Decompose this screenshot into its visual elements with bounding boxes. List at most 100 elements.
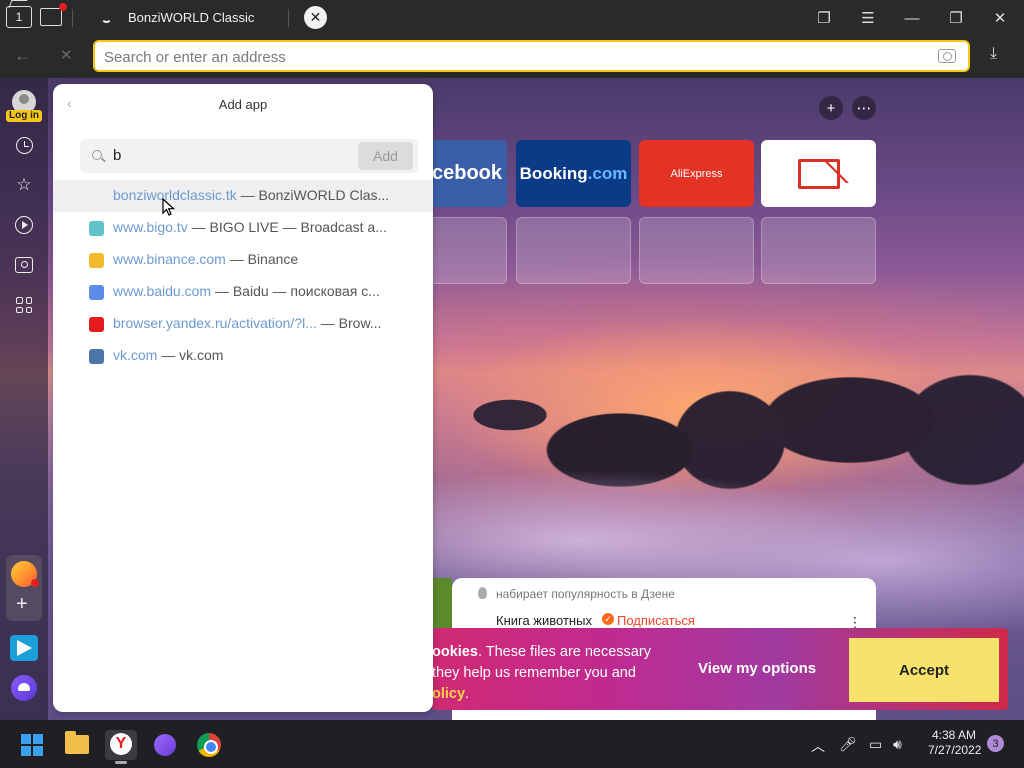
history-button[interactable] [12, 133, 36, 157]
binance-icon [89, 253, 104, 268]
add-button[interactable]: Add [358, 142, 413, 170]
address-input[interactable] [104, 47, 924, 67]
bookmarks-icon[interactable]: ❐ [813, 8, 835, 28]
suggestion-item[interactable]: www.binance.com — Binance [53, 244, 433, 276]
nav-bar: ← ✕ ⤓ [0, 36, 1024, 78]
cookie-text: ookies. These files are necessary they h… [432, 642, 682, 705]
close-window-button[interactable]: ✕ [989, 8, 1011, 28]
tile-empty[interactable] [516, 217, 631, 284]
menu-icon[interactable]: ☰ [857, 8, 879, 28]
cookie-policy-link[interactable]: olicy [432, 686, 465, 702]
suggestion-description: vk.com [179, 347, 224, 363]
cookie-banner: ookies. These files are necessary they h… [432, 628, 1008, 710]
tile-aliexpress[interactable]: AliExpress [639, 140, 754, 207]
suggestion-item[interactable]: www.baidu.com — Baidu — поисковая с... [53, 276, 433, 308]
video-button[interactable] [12, 213, 36, 237]
star-icon: ☆ [16, 175, 32, 194]
zen-channel[interactable]: Книга животных [496, 613, 592, 628]
suggestion-item[interactable]: bonziworldclassic.tk — BonziWORLD Clas..… [53, 180, 433, 212]
tile-empty[interactable] [432, 217, 507, 284]
zen-subtitle: набирает популярность в Дзене [496, 587, 675, 601]
chrome-icon[interactable] [197, 733, 221, 757]
restore-button[interactable]: ❐ [945, 8, 967, 28]
microphone-icon[interactable]: 🎤︎ [839, 736, 857, 753]
tile-gmail[interactable] [761, 140, 876, 207]
suggestion-description: Baidu — поисковая с... [232, 283, 380, 299]
tile-booking[interactable]: Booking .com [516, 140, 631, 207]
tabs-count: 1 [15, 10, 23, 24]
app-search-box[interactable]: Add [80, 139, 418, 173]
fire-icon [478, 587, 487, 599]
suggestion-separator: — [211, 283, 233, 299]
suggestion-item[interactable]: browser.yandex.ru/activation/?l... — Bro… [53, 308, 433, 340]
share-app-icon[interactable] [10, 635, 38, 661]
cookie-text-line: they help us remember you and [432, 665, 636, 681]
more-options-button[interactable]: ⋯ [852, 96, 876, 120]
notification-badge[interactable]: 3 [987, 735, 1004, 752]
alice-icon[interactable] [11, 675, 37, 701]
tile-empty[interactable] [761, 217, 876, 284]
screenshot-button[interactable] [12, 253, 36, 277]
file-explorer-icon[interactable] [65, 731, 89, 754]
volume-icon[interactable]: 🔊︎ [893, 736, 902, 753]
feed-image [432, 578, 452, 633]
download-icon[interactable]: ⤓ [990, 45, 997, 63]
tabs-overview-button[interactable]: 1 [6, 0, 32, 28]
home-roof-icon [8, 0, 28, 8]
suggestion-item[interactable]: vk.com — vk.com [53, 340, 433, 372]
bookmarks-button[interactable]: ☆ [12, 173, 36, 197]
address-bar[interactable] [93, 40, 970, 72]
suggestion-item[interactable]: www.bigo.tv — BIGO LIVE — Broadcast a... [53, 212, 433, 244]
alice-taskbar-icon[interactable] [154, 734, 176, 756]
tab-divider [72, 9, 73, 27]
windows-start-icon[interactable] [21, 734, 43, 756]
close-tab-button[interactable]: ✕ [304, 6, 327, 29]
panel-title: Add app [218, 97, 268, 112]
app-search-input[interactable] [113, 147, 343, 164]
tile-facebook[interactable]: cebook [432, 140, 507, 207]
add-app-button[interactable]: + [16, 593, 28, 616]
loading-spinner-icon [101, 12, 112, 23]
stop-icon[interactable]: ✕ [60, 46, 73, 64]
minimize-button[interactable]: — [901, 8, 923, 28]
suggestion-text: bonziworldclassic.tk — BonziWORLD Clas..… [113, 187, 389, 203]
grid-icon [16, 297, 32, 313]
suggestion-separator: — [236, 187, 259, 203]
suggestion-url: browser.yandex.ru/activation/?l... [113, 315, 317, 331]
view-options-button[interactable]: View my options [698, 660, 816, 677]
camera-search-icon[interactable] [938, 49, 956, 63]
display-icon[interactable]: ▭ [869, 736, 882, 753]
clock[interactable]: 4:38 AM 7/27/2022 [928, 728, 982, 758]
mail-app-icon[interactable] [11, 561, 39, 587]
cookie-text-end: . [465, 686, 470, 702]
tab-title[interactable]: BonziWORLD Classic [128, 10, 254, 25]
tile-label: Booking [519, 163, 588, 183]
search-icon [92, 150, 102, 160]
yandex-browser-taskbar-button[interactable]: Y [105, 730, 137, 764]
tab-divider [288, 9, 289, 27]
tile-empty[interactable] [639, 217, 754, 284]
tray-chevron-icon[interactable]: ︿ [811, 736, 825, 756]
clock-date: 7/27/2022 [928, 743, 982, 757]
suggestion-text: vk.com — vk.com [113, 347, 223, 363]
back-arrow-icon[interactable]: ← [14, 46, 31, 66]
suggestion-separator: — [157, 347, 180, 363]
verified-icon: ✓ [602, 613, 614, 625]
cookie-text-line: . These files are necessary [477, 644, 651, 660]
new-tab-icon[interactable] [40, 3, 67, 26]
suggestion-url: vk.com [113, 347, 158, 363]
suggestion-url: www.binance.com [113, 251, 226, 267]
suggestion-description: BonziWORLD Clas... [258, 187, 390, 203]
clock-time: 4:38 AM [931, 728, 977, 742]
suggestion-description: Brow... [338, 315, 382, 331]
baidu-icon [89, 285, 104, 300]
vk-icon [89, 349, 104, 364]
services-button[interactable] [12, 293, 36, 317]
follow-button[interactable]: Подписаться [617, 613, 695, 628]
suggestion-separator: — [187, 219, 210, 235]
accept-button[interactable]: Accept [849, 638, 999, 702]
add-tile-button[interactable]: + [819, 96, 843, 120]
play-icon [15, 216, 33, 234]
bigo-icon [89, 221, 104, 236]
login-badge[interactable]: Log in [6, 110, 42, 122]
